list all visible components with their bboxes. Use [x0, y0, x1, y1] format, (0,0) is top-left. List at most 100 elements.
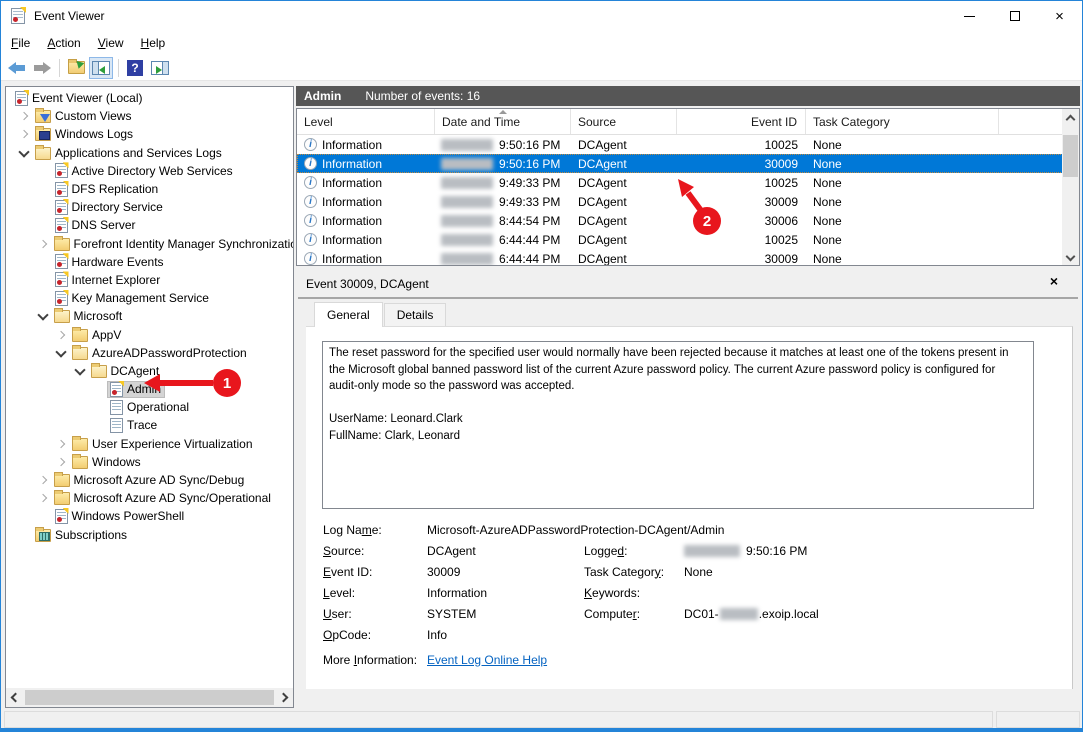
tree-item-windows[interactable]: Windows: [6, 453, 293, 471]
chevron-down-icon[interactable]: [35, 308, 52, 324]
tree-item-custom-views[interactable]: Custom Views: [6, 107, 293, 125]
chevron-right-icon[interactable]: [53, 327, 70, 343]
scroll-thumb[interactable]: [25, 690, 274, 705]
status-bar-section: [996, 711, 1080, 728]
scroll-down-arrow[interactable]: [1062, 249, 1079, 265]
folder-open-icon: [72, 347, 88, 360]
tree-item-operational[interactable]: Operational: [6, 398, 293, 416]
menu-help[interactable]: Help: [141, 36, 166, 50]
tree-item-label: Microsoft Azure AD Sync/Operational: [74, 491, 271, 505]
event-row[interactable]: iInformation9:49:33 PMDCAgent30009None: [297, 192, 1079, 211]
tree-item-microsoft-azure-ad-sync-operational[interactable]: Microsoft Azure AD Sync/Operational: [6, 489, 293, 507]
details-close-icon[interactable]: ×: [1050, 274, 1058, 288]
tree-item-microsoft-azure-ad-sync-debug[interactable]: Microsoft Azure AD Sync/Debug: [6, 471, 293, 489]
tab-general[interactable]: General: [314, 302, 383, 327]
event-row[interactable]: iInformation6:44:44 PMDCAgent10025None: [297, 230, 1079, 249]
tree-item-dfs-replication[interactable]: DFS Replication: [6, 180, 293, 198]
menu-bar: File Action View Help: [1, 31, 1082, 55]
menu-file[interactable]: File: [11, 36, 30, 50]
chevron-right-icon[interactable]: [16, 108, 33, 124]
folder-icon: [72, 329, 88, 342]
console-tree-toggle-icon: [92, 61, 110, 75]
folder-icon: [54, 492, 70, 505]
export-button[interactable]: [64, 57, 88, 79]
tree-item-subscriptions[interactable]: Subscriptions: [6, 526, 293, 544]
list-vertical-scrollbar[interactable]: [1062, 109, 1079, 265]
tree-item-dns-server[interactable]: DNS Server: [6, 216, 293, 234]
tree-item-label: Hardware Events: [72, 255, 164, 269]
tree-item-windows-powershell[interactable]: Windows PowerShell: [6, 507, 293, 525]
chevron-right-icon[interactable]: [16, 126, 33, 142]
selected-event-row[interactable]: iInformation9:50:16 PMDCAgent30009None: [297, 154, 1079, 173]
tree-item-windows-logs[interactable]: Windows Logs: [6, 125, 293, 143]
chevron-down-icon[interactable]: [53, 345, 70, 361]
forward-button[interactable]: [30, 57, 54, 79]
column-header-task-category[interactable]: Task Category: [806, 109, 999, 134]
forward-arrow-icon: [33, 62, 51, 74]
show-hide-console-tree-button[interactable]: [89, 57, 113, 79]
chevron-right-icon[interactable]: [53, 436, 70, 452]
event-row[interactable]: iInformation8:44:54 PMDCAgent30006None: [297, 211, 1079, 230]
tree-item-label: AzureADPasswordProtection: [92, 346, 247, 360]
close-button[interactable]: ×: [1037, 1, 1082, 31]
column-header-event-id[interactable]: Event ID: [677, 109, 806, 134]
help-icon: ?: [127, 60, 143, 76]
event-viewer-app-icon: [11, 8, 25, 24]
tree-item-label: Windows Logs: [55, 127, 133, 141]
maximize-button[interactable]: [992, 1, 1037, 31]
log-icon: [55, 218, 68, 233]
column-header-date-and-time[interactable]: Date and Time: [435, 109, 571, 134]
tree-item-key-management-service[interactable]: Key Management Service: [6, 289, 293, 307]
folder-icon: [72, 438, 88, 451]
show-hide-action-pane-button[interactable]: [148, 57, 172, 79]
status-bar-section: [4, 711, 993, 728]
tree-item-trace[interactable]: Trace: [6, 416, 293, 434]
back-button[interactable]: [5, 57, 29, 79]
folder-open-icon: [35, 147, 51, 160]
chevron-right-icon[interactable]: [35, 490, 52, 506]
event-row[interactable]: iInformation6:44:44 PMDCAgent30009None: [297, 249, 1079, 266]
chevron-right-icon[interactable]: [53, 454, 70, 470]
tree-item-directory-service[interactable]: Directory Service: [6, 198, 293, 216]
event-log-online-help-link[interactable]: Event Log Online Help: [427, 653, 547, 667]
help-button[interactable]: ?: [123, 57, 147, 79]
chevron-right-icon[interactable]: [35, 472, 52, 488]
console-tree: Event Viewer (Local)Custom Views Windows …: [6, 89, 293, 687]
tree-item-active-directory-web-services[interactable]: Active Directory Web Services: [6, 162, 293, 180]
tree-item-microsoft[interactable]: Microsoft: [6, 307, 293, 325]
column-header-source[interactable]: Source: [571, 109, 677, 134]
scroll-thumb[interactable]: [1063, 135, 1078, 177]
tree-item-admin[interactable]: Admin: [6, 380, 293, 398]
property-opcode: OpCode:Info: [323, 624, 724, 645]
log-plain-icon: [110, 400, 123, 415]
tree-item-internet-explorer[interactable]: Internet Explorer: [6, 271, 293, 289]
event-description[interactable]: The reset password for the specified use…: [322, 341, 1034, 509]
scroll-left-arrow[interactable]: [6, 688, 23, 707]
tree-item-user-experience-virtualization[interactable]: User Experience Virtualization: [6, 435, 293, 453]
menu-action[interactable]: Action: [47, 36, 80, 50]
tree-item-hardware-events[interactable]: Hardware Events: [6, 253, 293, 271]
redacted-date: [441, 139, 493, 151]
tree-horizontal-scrollbar[interactable]: [6, 688, 293, 707]
chevron-down-icon[interactable]: [72, 363, 89, 379]
event-row[interactable]: iInformation9:50:16 PMDCAgent10025None: [297, 135, 1079, 154]
tree-item-azureadpasswordprotection[interactable]: AzureADPasswordProtection: [6, 344, 293, 362]
tree-item-event-viewer-local[interactable]: Event Viewer (Local): [6, 89, 293, 107]
minimize-button[interactable]: [947, 1, 992, 31]
tree-item-label: Directory Service: [72, 200, 163, 214]
scroll-up-arrow[interactable]: [1062, 109, 1079, 125]
tree-item-appv[interactable]: AppV: [6, 325, 293, 343]
chevron-down-icon[interactable]: [16, 145, 33, 161]
tree-item-dcagent[interactable]: DCAgent: [6, 362, 293, 380]
redacted-date: [684, 545, 740, 557]
tree-item-forefront-identity-manager-synchronization[interactable]: Forefront Identity Manager Synchronizati…: [6, 235, 293, 253]
tree-item-applications-and-services-logs[interactable]: Applications and Services Logs: [6, 144, 293, 162]
tab-details[interactable]: Details: [384, 303, 447, 327]
event-row[interactable]: iInformation9:49:33 PMDCAgent10025None: [297, 173, 1079, 192]
menu-view[interactable]: View: [98, 36, 124, 50]
chevron-right-icon[interactable]: [35, 236, 52, 252]
scroll-right-arrow[interactable]: [276, 688, 293, 707]
column-header-level[interactable]: Level: [297, 109, 435, 134]
maximize-icon: [1010, 11, 1020, 21]
folder-filter-icon: [35, 110, 51, 123]
